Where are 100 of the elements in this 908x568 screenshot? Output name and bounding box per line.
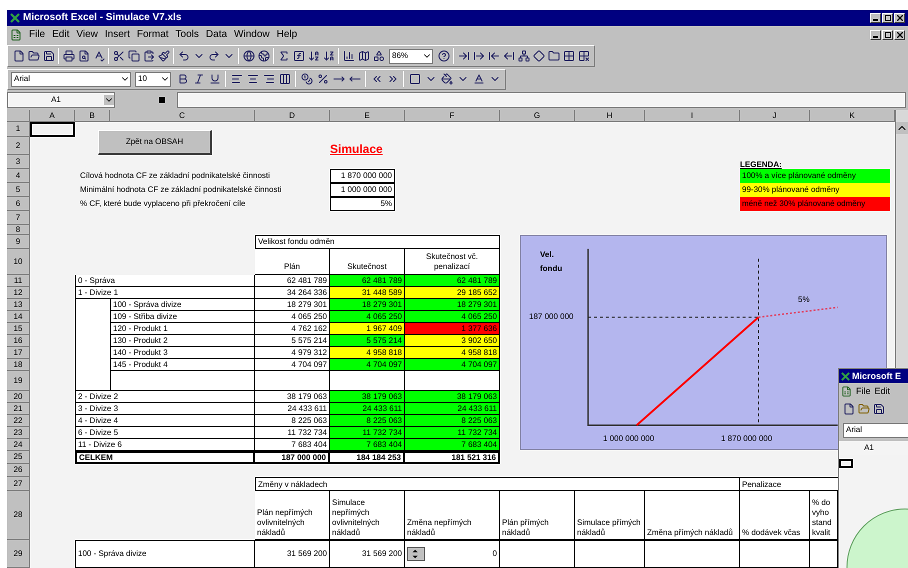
menu-item[interactable]: Insert: [104, 30, 130, 40]
row-header[interactable]: 27: [7, 477, 30, 491]
column-header[interactable]: G: [500, 110, 575, 122]
close-button[interactable]: [894, 30, 905, 40]
column-header[interactable]: H: [575, 110, 645, 122]
table-cell: 24 433 611: [405, 403, 500, 415]
table-cell: [575, 540, 645, 568]
table-cell: 18 279 301: [405, 299, 500, 311]
column-header[interactable]: F: [405, 110, 500, 122]
document-icon[interactable]: [841, 386, 852, 396]
total-cell: 184 184 253: [330, 451, 405, 464]
minimize-button[interactable]: [870, 30, 881, 40]
row-header[interactable]: 26: [7, 464, 30, 477]
column-header: Skutečnost: [330, 249, 405, 275]
spin-button[interactable]: [407, 547, 425, 561]
total-label: CELKEM: [75, 451, 255, 464]
menu-item[interactable]: Format: [136, 30, 169, 40]
row-header[interactable]: 4: [7, 169, 30, 183]
table-cell: 11 732 734: [255, 427, 330, 439]
name-box[interactable]: A1: [7, 92, 115, 108]
tick-label: 187 000 000: [529, 313, 574, 321]
font-field[interactable]: Arial: [843, 422, 908, 438]
menu-item[interactable]: Edit: [874, 386, 890, 396]
row-header[interactable]: 10: [7, 249, 30, 275]
row-header[interactable]: 12: [7, 287, 30, 299]
menu-item[interactable]: Help: [276, 30, 298, 40]
table-cell: 8 225 063: [405, 415, 500, 427]
row-header[interactable]: 25: [7, 451, 30, 464]
formula-field[interactable]: [177, 92, 906, 108]
parameter-label: Cílová hodnota CF ze základní podnikatelské činnosti: [79, 170, 271, 182]
row-header[interactable]: 8: [7, 225, 30, 235]
column-header: % dodávek včas: [740, 491, 810, 540]
column-header: Změna nepřímých nákladů: [405, 491, 500, 540]
row-header[interactable]: 18: [7, 359, 30, 371]
menu-item[interactable]: Data: [206, 30, 228, 40]
scroll-up-icon[interactable]: [896, 122, 908, 134]
restore-button[interactable]: [882, 30, 893, 40]
row-header[interactable]: 23: [7, 427, 30, 439]
column-header[interactable]: C: [110, 110, 255, 122]
scroll-bar[interactable]: [895, 110, 908, 368]
sheet-title: Simulace: [330, 141, 384, 155]
menu-item[interactable]: View: [76, 30, 98, 40]
table-cell: 24 433 611: [255, 403, 330, 415]
row-header[interactable]: 11: [7, 275, 30, 287]
column-header[interactable]: E: [330, 110, 405, 122]
minimize-button[interactable]: [870, 13, 881, 23]
minimize-icon: [873, 19, 878, 21]
table-cell: 4 762 162: [255, 323, 330, 335]
row-header[interactable]: 29: [7, 540, 30, 568]
zoom-field[interactable]: 86%: [389, 48, 433, 64]
row-header[interactable]: 6: [7, 197, 30, 211]
row-label: 11 - Divize 6: [75, 439, 255, 451]
column-header[interactable]: K: [810, 110, 895, 122]
floppy-disk-icon[interactable]: [871, 401, 886, 417]
table-cell: 18 279 301: [330, 299, 405, 311]
table-cell: 4 704 097: [405, 359, 500, 371]
column-header[interactable]: I: [645, 110, 740, 122]
table-cell: [75, 299, 110, 311]
menu-item[interactable]: Window: [234, 30, 270, 40]
table-cell: 29 185 652: [405, 287, 500, 299]
menu-item[interactable]: File: [856, 386, 871, 396]
row-header[interactable]: 21: [7, 403, 30, 415]
document-icon[interactable]: [10, 29, 22, 41]
active-cell[interactable]: [30, 122, 75, 137]
row-header[interactable]: 22: [7, 415, 30, 427]
row-header[interactable]: 24: [7, 439, 30, 451]
row-header[interactable]: 9: [7, 235, 30, 249]
row-label: 100 - Správa divize: [75, 540, 255, 568]
row-header[interactable]: 3: [7, 155, 30, 169]
table-cell: 38 179 063: [255, 391, 330, 403]
font-size-field[interactable]: 10: [135, 72, 171, 86]
selected-cell[interactable]: [839, 459, 853, 468]
row-header[interactable]: 16: [7, 335, 30, 347]
menu-item[interactable]: Tools: [176, 30, 199, 40]
restore-button[interactable]: [882, 13, 893, 23]
row-header[interactable]: 15: [7, 323, 30, 335]
back-button[interactable]: Zpět na OBSAH: [98, 130, 212, 155]
row-header[interactable]: 14: [7, 311, 30, 323]
row-header[interactable]: 2: [7, 137, 30, 155]
row-header[interactable]: 13: [7, 299, 30, 311]
column-header[interactable]: B: [75, 110, 110, 122]
close-button[interactable]: [894, 13, 905, 23]
row-label: 6 - Divize 5: [75, 427, 255, 439]
column-header: Plán: [255, 249, 330, 275]
column-header[interactable]: J: [740, 110, 810, 122]
menu-item[interactable]: Edit: [52, 30, 70, 40]
row-header[interactable]: 20: [7, 391, 30, 403]
row-header[interactable]: 17: [7, 347, 30, 359]
row-label: 109 - Střiba divize: [110, 311, 255, 323]
table-cell: 34 264 336: [255, 287, 330, 299]
column-header[interactable]: A: [30, 110, 75, 122]
row-header[interactable]: 1: [7, 122, 30, 137]
table-cell: 7 683 404: [255, 439, 330, 451]
row-header[interactable]: 28: [7, 491, 30, 540]
row-header[interactable]: 5: [7, 183, 30, 197]
font-field[interactable]: Arial: [11, 72, 131, 86]
menu-item[interactable]: File: [29, 30, 46, 40]
row-header[interactable]: 19: [7, 371, 30, 391]
row-header[interactable]: 7: [7, 211, 30, 225]
column-header[interactable]: D: [255, 110, 330, 122]
